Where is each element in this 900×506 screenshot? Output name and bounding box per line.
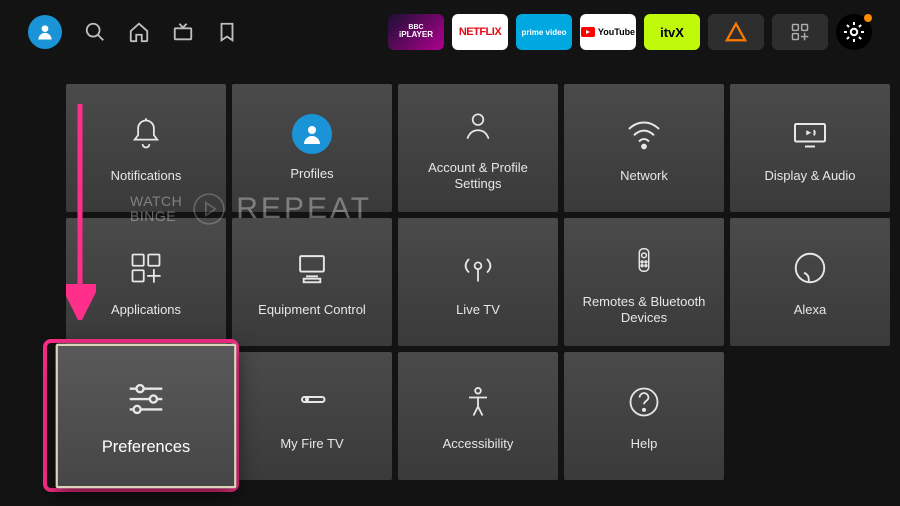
search-button[interactable]	[84, 21, 106, 43]
tile-label: Preferences	[102, 437, 190, 457]
tile-label: Applications	[111, 302, 181, 318]
live-button[interactable]	[172, 21, 194, 43]
tile-accessibility[interactable]: Accessibility	[398, 352, 558, 480]
tile-applications[interactable]: Applications	[66, 218, 226, 346]
tile-alexa[interactable]: Alexa	[730, 218, 890, 346]
accessibility-icon	[456, 380, 500, 424]
equipment-icon	[290, 246, 334, 290]
top-nav-left	[28, 15, 238, 49]
tv-icon	[172, 21, 194, 43]
help-icon	[622, 380, 666, 424]
profile-avatar[interactable]	[28, 15, 62, 49]
tile-label: Network	[620, 168, 668, 184]
tile-my-fire-tv[interactable]: My Fire TV	[232, 352, 392, 480]
wifi-icon	[622, 112, 666, 156]
app-triangle[interactable]	[708, 14, 764, 50]
tile-notifications[interactable]: Notifications	[66, 84, 226, 212]
settings-grid: Notifications Profiles Account & Profile…	[66, 84, 890, 480]
tile-label: Alexa	[794, 302, 827, 318]
app-youtube[interactable]: YouTube	[580, 14, 636, 50]
top-nav-right: BBC iPLAYER NETFLIX prime video YouTube …	[388, 14, 872, 50]
bell-icon	[124, 112, 168, 156]
app-netflix[interactable]: NETFLIX	[452, 14, 508, 50]
triangle-icon	[725, 21, 747, 43]
tile-label: Accessibility	[443, 436, 514, 452]
tile-label: Display & Audio	[764, 168, 855, 184]
tile-label: Help	[631, 436, 658, 452]
search-icon	[84, 21, 106, 43]
account-icon	[456, 104, 500, 148]
tile-remotes-bluetooth[interactable]: Remotes & Bluetooth Devices	[564, 218, 724, 346]
notification-dot-icon	[864, 14, 872, 22]
applications-icon	[124, 246, 168, 290]
tile-label: Live TV	[456, 302, 500, 318]
settings-button[interactable]	[836, 14, 872, 50]
antenna-icon	[456, 246, 500, 290]
tile-help[interactable]: Help	[564, 352, 724, 480]
app-bbc-iplayer[interactable]: BBC iPLAYER	[388, 14, 444, 50]
tile-label: My Fire TV	[280, 436, 343, 452]
apps-grid-icon	[790, 22, 810, 42]
tile-live-tv[interactable]: Live TV	[398, 218, 558, 346]
top-navigation: BBC iPLAYER NETFLIX prime video YouTube …	[0, 0, 900, 64]
remote-icon	[622, 238, 666, 282]
tile-label: Profiles	[290, 166, 333, 182]
app-label: NETFLIX	[459, 26, 501, 38]
app-label: prime video	[522, 28, 567, 37]
sliders-icon	[121, 374, 171, 424]
tile-profiles[interactable]: Profiles	[232, 84, 392, 212]
tile-label: Remotes & Bluetooth Devices	[572, 294, 716, 327]
tile-preferences[interactable]: Preferences	[56, 344, 237, 489]
bookmark-icon	[216, 21, 238, 43]
youtube-play-icon	[581, 27, 595, 37]
tile-equipment-control[interactable]: Equipment Control	[232, 218, 392, 346]
tile-display-audio[interactable]: Display & Audio	[730, 84, 890, 212]
app-prime-video[interactable]: prime video	[516, 14, 572, 50]
tile-network[interactable]: Network	[564, 84, 724, 212]
home-button[interactable]	[128, 21, 150, 43]
app-label: iPLAYER	[399, 31, 433, 40]
tile-account-profile-settings[interactable]: Account & Profile Settings	[398, 84, 558, 212]
app-itvx[interactable]: itvX	[644, 14, 700, 50]
gear-icon	[842, 20, 866, 44]
profile-avatar-icon	[292, 114, 332, 154]
app-label: YouTube	[598, 27, 635, 37]
all-apps-button[interactable]	[772, 14, 828, 50]
tile-label: Notifications	[111, 168, 182, 184]
person-icon	[35, 22, 55, 42]
bookmark-button[interactable]	[216, 21, 238, 43]
tile-label: Equipment Control	[258, 302, 366, 318]
app-label: itvX	[660, 25, 684, 40]
home-icon	[128, 21, 150, 43]
firetv-icon	[290, 380, 334, 424]
tile-label: Account & Profile Settings	[406, 160, 550, 193]
alexa-icon	[788, 246, 832, 290]
display-icon	[788, 112, 832, 156]
